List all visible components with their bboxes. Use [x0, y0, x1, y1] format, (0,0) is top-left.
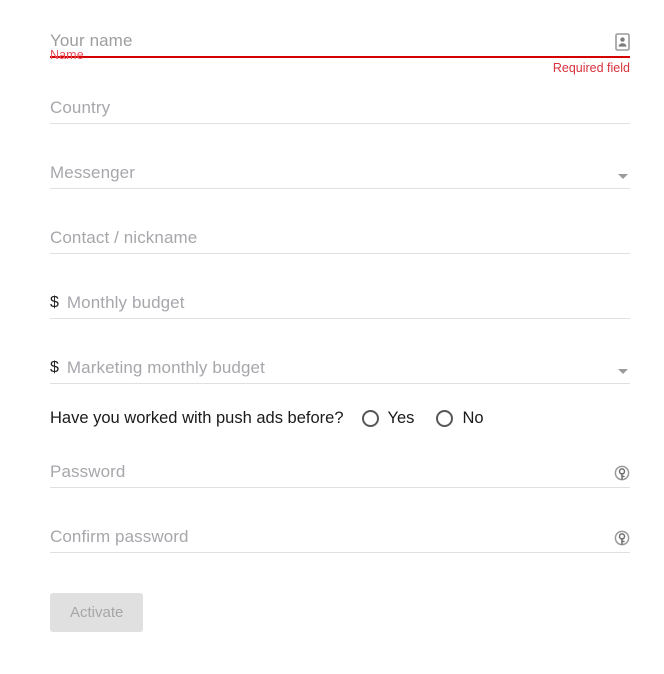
contact-card-icon[interactable] — [615, 33, 630, 51]
messenger-field[interactable]: Messenger — [50, 156, 630, 189]
push-ads-question-row: Have you worked with push ads before? Ye… — [50, 402, 630, 435]
radio-circle-no[interactable] — [436, 410, 454, 427]
contact-nickname-field[interactable]: Contact / nickname — [50, 221, 630, 254]
radio-label-yes: Yes — [387, 409, 415, 427]
currency-symbol: $ — [50, 359, 59, 376]
push-ads-radio-group: Yes No — [361, 409, 506, 428]
messenger-field-placeholder: Messenger — [50, 163, 135, 182]
country-field[interactable]: Country — [50, 91, 630, 124]
contact-nickname-placeholder: Contact / nickname — [50, 228, 198, 247]
password-field-placeholder: Password — [50, 462, 126, 481]
registration-form: Name Your name Required field Country Me… — [50, 0, 630, 632]
confirm-password-field[interactable]: Confirm password — [50, 520, 630, 553]
monthly-budget-field[interactable]: $ Monthly budget — [50, 286, 630, 319]
radio-option-yes[interactable]: Yes — [361, 409, 415, 428]
radio-circle-yes[interactable] — [361, 410, 379, 427]
name-field-label: Name — [50, 48, 84, 62]
activate-button[interactable]: Activate — [50, 593, 144, 632]
chevron-down-icon[interactable] — [618, 174, 628, 179]
marketing-budget-field[interactable]: $ Marketing monthly budget — [50, 351, 630, 384]
push-ads-question-label: Have you worked with push ads before? — [50, 409, 344, 427]
currency-symbol: $ — [50, 294, 59, 311]
country-field-placeholder: Country — [50, 98, 111, 117]
chevron-down-icon[interactable] — [618, 369, 628, 374]
password-key-icon[interactable] — [614, 465, 630, 482]
radio-label-no: No — [462, 409, 484, 427]
confirm-password-placeholder: Confirm password — [50, 527, 189, 546]
name-field[interactable]: Name Your name Required field — [50, 25, 630, 75]
radio-option-no[interactable]: No — [436, 409, 484, 428]
password-key-icon[interactable] — [614, 530, 630, 547]
password-field[interactable]: Password — [50, 455, 630, 488]
monthly-budget-placeholder: Monthly budget — [66, 293, 185, 312]
marketing-budget-placeholder: Marketing monthly budget — [66, 358, 265, 377]
name-field-error: Required field — [552, 61, 630, 75]
